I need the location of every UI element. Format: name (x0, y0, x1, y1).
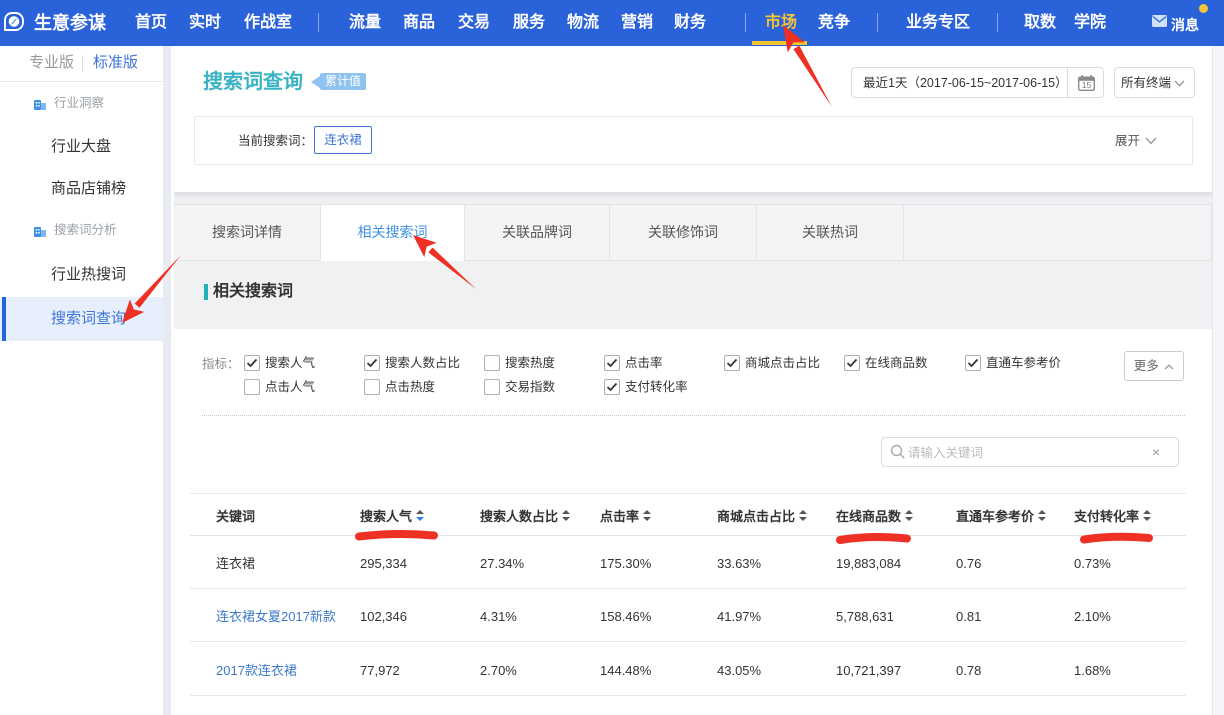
svg-text:15: 15 (1082, 80, 1092, 90)
